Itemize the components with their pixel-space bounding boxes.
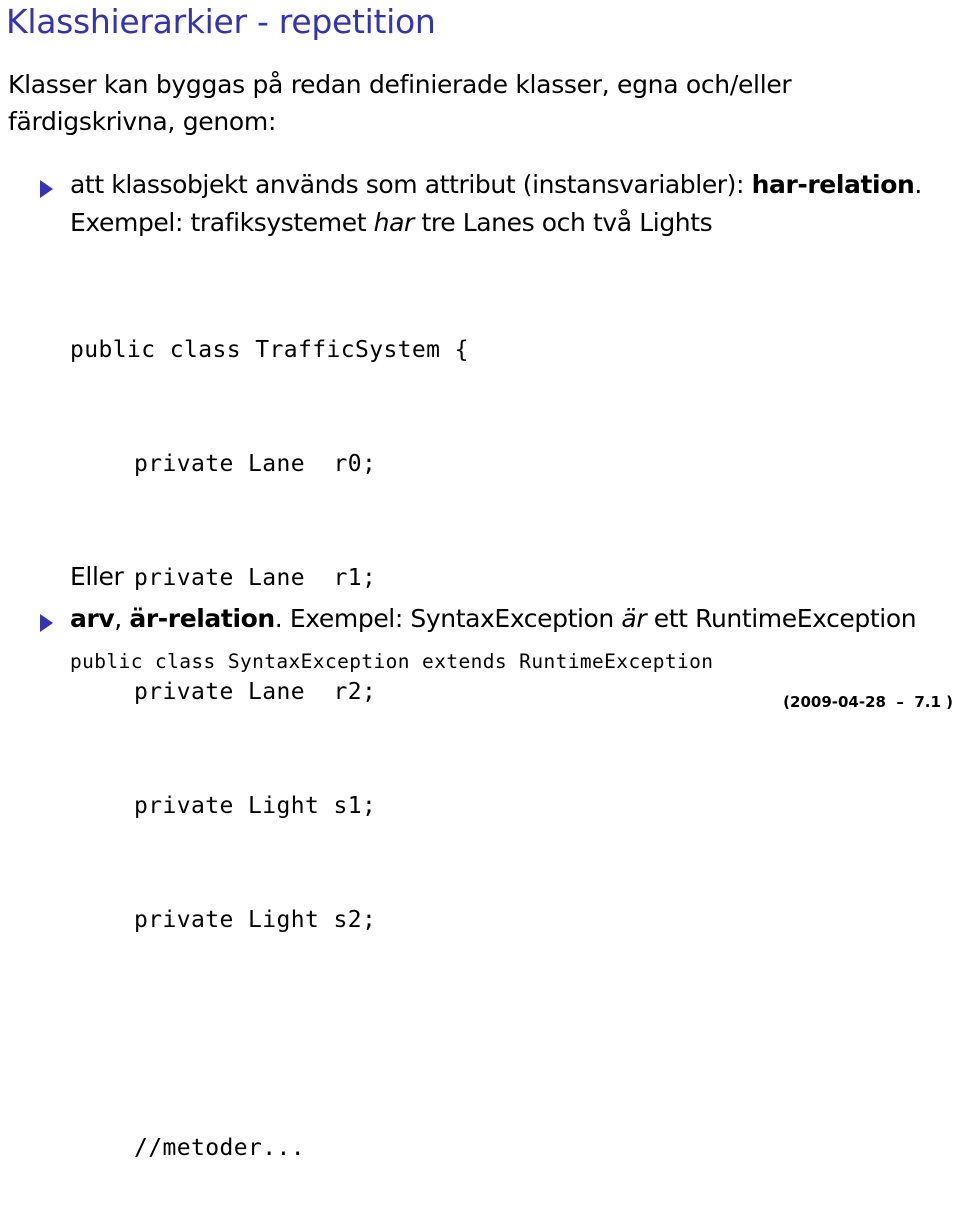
code-line: private Lane r1; xyxy=(77,565,377,591)
bullet-example: Exempel: trafiksystemet har tre Lanes oc… xyxy=(70,208,713,237)
code-line: private Lane r0; xyxy=(77,451,377,477)
eller-text: Eller xyxy=(70,562,124,591)
bullet-suffix: ett RuntimeException xyxy=(646,604,917,633)
footer-date: (2009-04-28 – 7.1 ) xyxy=(783,693,953,711)
intro-line-2: färdigskrivna, genom: xyxy=(8,107,277,136)
bullet-has-relation: att klassobjekt används som attribut (in… xyxy=(70,170,922,199)
code-block-traffic-system: public class TrafficSystem { private Lan… xyxy=(70,255,469,1205)
intro-line-1: Klasser kan byggas på redan definierade … xyxy=(8,70,792,99)
bullet-triangle-icon xyxy=(40,180,53,198)
bullet-text: att klassobjekt används som attribut (in… xyxy=(70,170,752,199)
code-line: private Light s2; xyxy=(77,907,377,933)
bullet-italic: är xyxy=(621,604,647,633)
example-italic: har xyxy=(373,208,415,237)
bullet-keyword-ar-relation: är-relation xyxy=(129,604,275,633)
bullet-text: . Exempel: SyntaxException xyxy=(274,604,622,633)
slide-title: Klasshierarkier - repetition xyxy=(6,2,436,41)
comma: , xyxy=(114,604,130,633)
bullet-keyword-arv: arv xyxy=(70,604,115,633)
example-suffix: tre Lanes och två Lights xyxy=(413,208,713,237)
intro-text: Klasser kan byggas på redan definierade … xyxy=(8,66,792,140)
code-line: private Light s1; xyxy=(77,793,377,819)
example-prefix: Exempel: trafiksystemet xyxy=(70,208,374,237)
code-line: private Lane r2; xyxy=(77,679,377,705)
bullet-triangle-icon xyxy=(40,614,53,632)
code-line: public class TrafficSystem { xyxy=(70,337,469,363)
code-line-syntax-exception: public class SyntaxException extends Run… xyxy=(70,650,714,673)
bullet-keyword: har-relation xyxy=(751,170,915,199)
bullet-period: . xyxy=(914,170,922,199)
code-line: //metoder... xyxy=(77,1135,305,1161)
bullet-is-relation: arv, är-relation. Exempel: SyntaxExcepti… xyxy=(70,604,917,633)
